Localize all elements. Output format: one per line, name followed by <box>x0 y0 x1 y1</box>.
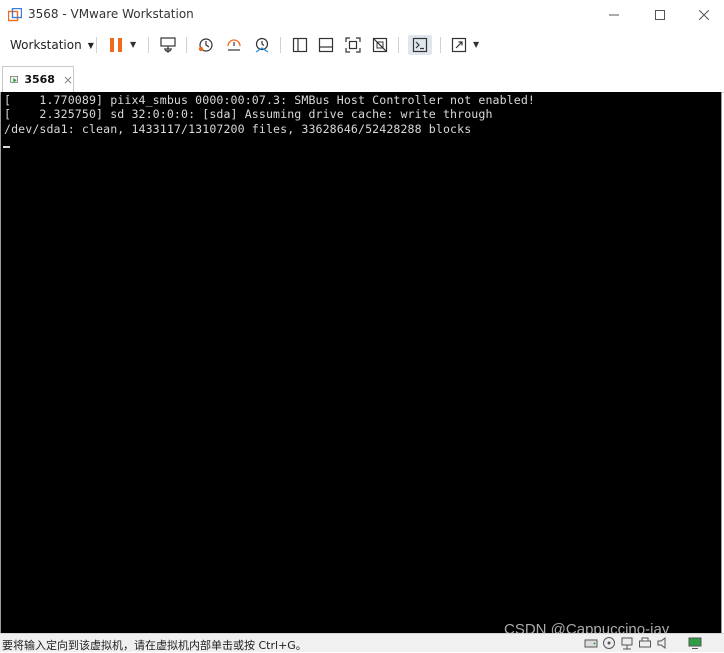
toolbar-divider <box>398 37 399 53</box>
tab-close-icon[interactable]: × <box>63 73 73 87</box>
maximize-icon <box>655 10 665 20</box>
toolbar-divider <box>440 37 441 53</box>
chevron-down-icon: ▼ <box>87 40 94 50</box>
vm-running-icon <box>10 75 18 83</box>
workstation-menu[interactable]: Workstation ▼ <box>6 34 98 56</box>
toolbar-divider <box>280 37 281 53</box>
title-bar: 3568 - VMware Workstation <box>0 0 724 30</box>
sound-icon[interactable] <box>656 636 670 650</box>
maximize-button[interactable] <box>640 0 680 30</box>
minimize-icon <box>609 14 619 16</box>
console-line: [ 1.770089] piix4_smbus 0000:00:07.3: SM… <box>4 93 536 107</box>
toolbar-divider <box>96 37 97 53</box>
vm-console-screen[interactable]: [ 1.770089] piix4_smbus 0000:00:07.3: SM… <box>0 92 722 633</box>
thumbnail-bar-icon <box>318 37 334 53</box>
unity-icon <box>372 37 388 53</box>
minimize-button[interactable] <box>594 0 634 30</box>
printer-icon[interactable] <box>638 636 652 650</box>
vm-tab-bar: 3568 × <box>0 60 724 93</box>
console-view-icon <box>412 37 428 53</box>
console-line: /dev/sda1: clean, 1433117/13107200 files… <box>4 122 472 136</box>
power-menu-chevron-icon[interactable]: ▼ <box>130 40 136 49</box>
vm-tab-label: 3568 <box>24 73 55 86</box>
view-menu-chevron-icon[interactable]: ▼ <box>473 40 479 49</box>
vm-tab-3568[interactable]: 3568 × <box>2 66 74 92</box>
hard-disk-icon[interactable] <box>584 636 598 650</box>
take-snapshot-button[interactable] <box>196 35 216 55</box>
full-screen-icon <box>345 37 361 53</box>
send-ctrl-alt-del-button[interactable] <box>158 35 178 55</box>
revert-snapshot-button[interactable] <box>224 35 244 55</box>
toolbar: Workstation ▼ ▼ ▼ <box>0 30 724 61</box>
snapshot-manager-button[interactable] <box>252 35 272 55</box>
unity-button[interactable] <box>370 35 390 55</box>
toolbar-divider <box>186 37 187 53</box>
send-ctrl-alt-del-icon <box>160 37 176 53</box>
snapshot-manager-icon <box>255 37 269 53</box>
snapshot-icon <box>198 38 213 52</box>
close-button[interactable] <box>684 0 724 30</box>
text-cursor <box>3 146 10 148</box>
vmware-logo-icon <box>8 8 22 22</box>
console-line: [ 2.325750] sd 32:0:0:0: [sda] Assuming … <box>4 107 493 121</box>
window-title: 3568 - VMware Workstation <box>28 7 194 21</box>
thumbnail-bar-button[interactable] <box>316 35 336 55</box>
stretch-guest-icon <box>451 37 467 53</box>
workstation-menu-label: Workstation <box>10 38 82 52</box>
pause-button[interactable] <box>106 35 126 55</box>
pause-icon <box>110 38 122 52</box>
display-icon[interactable] <box>688 636 702 650</box>
stretch-guest-button[interactable] <box>449 35 469 55</box>
toolbar-divider <box>148 37 149 53</box>
console-view-button[interactable] <box>408 35 432 55</box>
cd-dvd-icon[interactable] <box>602 636 616 650</box>
network-icon[interactable] <box>620 636 634 650</box>
revert-snapshot-icon <box>227 39 241 51</box>
full-screen-button[interactable] <box>343 35 363 55</box>
close-icon <box>699 10 709 20</box>
status-bar: 要将输入定向到该虚拟机，请在虚拟机内部单击或按 Ctrl+G。 <box>0 633 724 652</box>
show-library-icon <box>292 37 308 53</box>
show-library-button[interactable] <box>290 35 310 55</box>
